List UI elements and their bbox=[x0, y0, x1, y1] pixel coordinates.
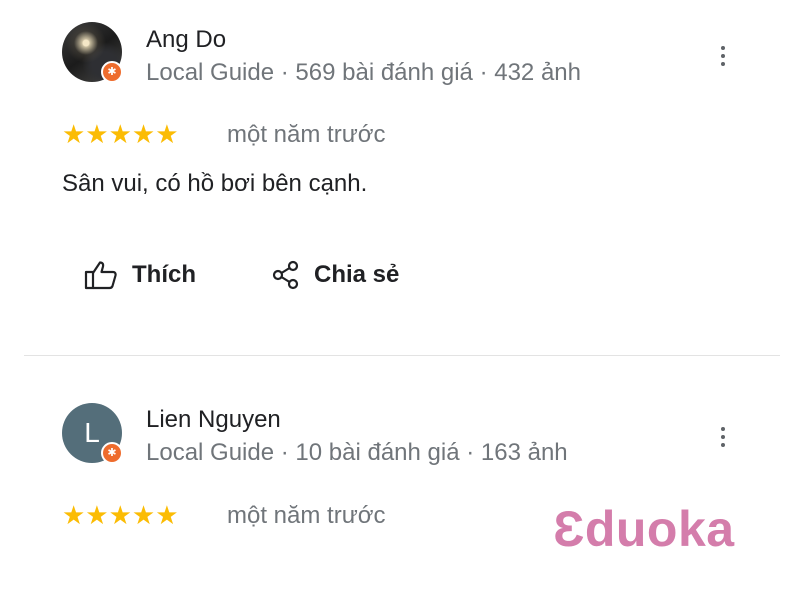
reviewer-name[interactable]: Lien Nguyen bbox=[146, 406, 281, 434]
star-rating: ★★★★★ bbox=[62, 119, 179, 149]
share-icon bbox=[272, 260, 300, 290]
reviewer-name[interactable]: Ang Do bbox=[146, 26, 226, 54]
review-card: ✱ Ang Do Local Guide · 569 bài đánh giá … bbox=[0, 0, 800, 355]
review-card: L ✱ Lien Nguyen Local Guide · 10 bài đán… bbox=[0, 358, 800, 600]
share-button[interactable]: Chia sẻ bbox=[272, 255, 399, 295]
local-guide-badge-icon: ✱ bbox=[101, 442, 123, 464]
more-options-button[interactable] bbox=[706, 420, 740, 454]
reviewer-meta[interactable]: Local Guide · 569 bài đánh giá · 432 ảnh bbox=[146, 59, 581, 87]
review-divider bbox=[24, 355, 780, 356]
like-button[interactable]: Thích bbox=[84, 255, 196, 295]
share-label: Chia sẻ bbox=[314, 261, 400, 288]
reviewer-avatar[interactable]: ✱ bbox=[62, 22, 123, 83]
local-guide-badge-icon: ✱ bbox=[101, 61, 123, 83]
like-label: Thích bbox=[132, 261, 196, 288]
watermark-logo: Ɛduoka bbox=[553, 501, 735, 557]
reviewer-avatar[interactable]: L ✱ bbox=[62, 403, 123, 464]
star-rating: ★★★★★ bbox=[62, 500, 179, 530]
review-text: Sân vui, có hồ bơi bên cạnh. bbox=[62, 170, 368, 197]
reviewer-meta[interactable]: Local Guide · 10 bài đánh giá · 163 ảnh bbox=[146, 439, 568, 467]
more-options-button[interactable] bbox=[706, 39, 740, 73]
review-time: một năm trước bbox=[227, 121, 386, 148]
review-time: một năm trước bbox=[227, 502, 386, 529]
thumb-up-outline-icon bbox=[84, 260, 118, 290]
